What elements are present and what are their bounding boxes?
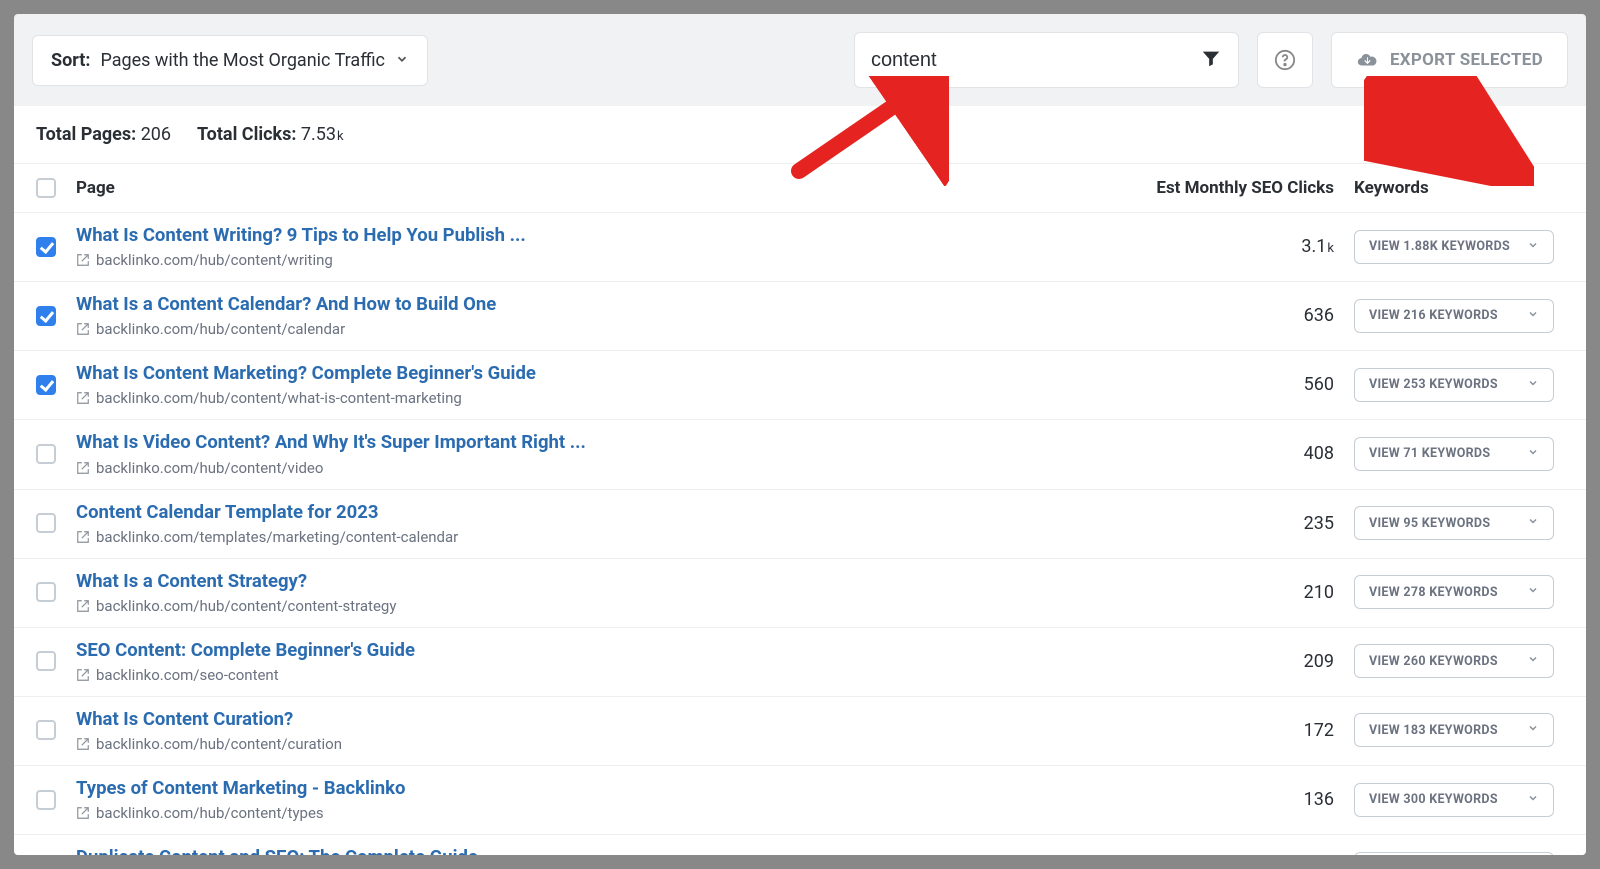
column-header-keywords[interactable]: Keywords: [1354, 178, 1564, 198]
external-link-icon: [76, 599, 90, 613]
row-checkbox[interactable]: [36, 790, 56, 810]
page-title-link[interactable]: Types of Content Marketing - Backlinko: [76, 777, 1114, 800]
row-checkbox[interactable]: [36, 306, 56, 326]
table-row: Content Calendar Template for 2023 backli…: [14, 490, 1586, 559]
page-url[interactable]: backlinko.com/hub/content/video: [76, 459, 1114, 477]
external-link-icon: [76, 530, 90, 544]
column-header-page[interactable]: Page: [76, 178, 1114, 198]
view-keywords-button[interactable]: VIEW 1.88K KEYWORDS: [1354, 230, 1554, 264]
chevron-down-icon: [1527, 653, 1539, 669]
view-keywords-button[interactable]: VIEW 183 KEYWORDS: [1354, 713, 1554, 747]
total-clicks: Total Clicks: 7.53k: [197, 124, 344, 145]
external-link-icon: [76, 322, 90, 336]
clicks-value: 210: [1114, 582, 1334, 603]
external-link-icon: [76, 253, 90, 267]
external-link-icon: [76, 806, 90, 820]
chevron-down-icon: [1527, 515, 1539, 531]
page-title-link[interactable]: Duplicate Content and SEO: The Complete …: [76, 846, 1114, 855]
row-checkbox[interactable]: [36, 513, 56, 533]
chevron-down-icon: [1527, 446, 1539, 462]
sort-dropdown[interactable]: Sort: Pages with the Most Organic Traffi…: [32, 35, 428, 86]
external-link-icon: [76, 737, 90, 751]
clicks-value: 408: [1114, 443, 1334, 464]
page-title-link[interactable]: What Is Content Writing? 9 Tips to Help …: [76, 224, 1114, 247]
table-row: Types of Content Marketing - Backlinko ba…: [14, 766, 1586, 835]
view-keywords-button[interactable]: VIEW 260 KEYWORDS: [1354, 644, 1554, 678]
help-button[interactable]: [1257, 32, 1313, 88]
table-row: What Is a Content Strategy? backlinko.com…: [14, 559, 1586, 628]
totals-bar: Total Pages: 206 Total Clicks: 7.53k: [14, 106, 1586, 163]
page-url[interactable]: backlinko.com/hub/content/curation: [76, 735, 1114, 753]
page-title-link[interactable]: What Is Video Content? And Why It's Supe…: [76, 431, 1114, 454]
filter-icon[interactable]: [1200, 47, 1222, 73]
page-url[interactable]: backlinko.com/hub/content/writing: [76, 251, 1114, 269]
view-keywords-button[interactable]: VIEW 300 KEYWORDS: [1354, 783, 1554, 817]
row-checkbox[interactable]: [36, 720, 56, 740]
view-keywords-button[interactable]: VIEW 278 KEYWORDS: [1354, 575, 1554, 609]
view-keywords-button[interactable]: VIEW 71 KEYWORDS: [1354, 437, 1554, 471]
page-url[interactable]: backlinko.com/hub/content/calendar: [76, 320, 1114, 338]
page-url[interactable]: backlinko.com/hub/content/content-strate…: [76, 597, 1114, 615]
row-checkbox[interactable]: [36, 651, 56, 671]
select-all-checkbox[interactable]: [36, 178, 56, 198]
page-title-link[interactable]: What Is Content Curation?: [76, 708, 1114, 731]
chevron-down-icon: [1527, 792, 1539, 808]
row-checkbox[interactable]: [36, 375, 56, 395]
clicks-value: 235: [1114, 513, 1334, 534]
row-checkbox[interactable]: [36, 444, 56, 464]
page-url[interactable]: backlinko.com/hub/content/types: [76, 804, 1114, 822]
page-title-link[interactable]: SEO Content: Complete Beginner's Guide: [76, 639, 1114, 662]
table-row: What Is Content Curation? backlinko.com/h…: [14, 697, 1586, 766]
top-toolbar: Sort: Pages with the Most Organic Traffi…: [14, 14, 1586, 106]
export-label: EXPORT SELECTED: [1390, 50, 1543, 70]
external-link-icon: [76, 668, 90, 682]
sort-label: Sort:: [51, 50, 90, 71]
page-url[interactable]: backlinko.com/templates/marketing/conten…: [76, 528, 1114, 546]
clicks-value: 560: [1114, 374, 1334, 395]
table-row: What Is Content Marketing? Complete Begi…: [14, 351, 1586, 420]
external-link-icon: [76, 391, 90, 405]
cloud-download-icon: [1356, 49, 1378, 71]
clicks-value: 172: [1114, 720, 1334, 741]
sort-value: Pages with the Most Organic Traffic: [100, 50, 385, 71]
table-row: What Is a Content Calendar? And How to B…: [14, 282, 1586, 351]
clicks-value: 3.1k: [1114, 236, 1334, 257]
table-body: What Is Content Writing? 9 Tips to Help …: [14, 213, 1586, 855]
view-keywords-button[interactable]: VIEW 95 KEYWORDS: [1354, 506, 1554, 540]
page-title-link[interactable]: What Is Content Marketing? Complete Begi…: [76, 362, 1114, 385]
chevron-down-icon: [1527, 308, 1539, 324]
column-header-clicks[interactable]: Est Monthly SEO Clicks: [1114, 178, 1354, 198]
page-title-link[interactable]: Content Calendar Template for 2023: [76, 501, 1114, 524]
row-checkbox[interactable]: [36, 237, 56, 257]
view-keywords-button[interactable]: VIEW 253 KEYWORDS: [1354, 368, 1554, 402]
content-panel: Total Pages: 206 Total Clicks: 7.53k Pag…: [14, 106, 1586, 855]
row-checkbox[interactable]: [36, 582, 56, 602]
search-input[interactable]: [871, 49, 1200, 72]
clicks-value: 636: [1114, 305, 1334, 326]
clicks-value: 136: [1114, 789, 1334, 810]
view-keywords-button[interactable]: VIEW 141 KEYWORDS: [1354, 852, 1554, 855]
table-row: What Is Content Writing? 9 Tips to Help …: [14, 213, 1586, 282]
chevron-down-icon: [1527, 584, 1539, 600]
external-link-icon: [76, 461, 90, 475]
view-keywords-button[interactable]: VIEW 216 KEYWORDS: [1354, 299, 1554, 333]
page-url[interactable]: backlinko.com/hub/content/what-is-conten…: [76, 389, 1114, 407]
chevron-down-icon: [1527, 239, 1539, 255]
clicks-value: 209: [1114, 651, 1334, 672]
search-box[interactable]: [854, 32, 1239, 88]
table-row: What Is Video Content? And Why It's Supe…: [14, 420, 1586, 489]
chevron-down-icon: [395, 50, 409, 71]
page-title-link[interactable]: What Is a Content Calendar? And How to B…: [76, 293, 1114, 316]
page-url[interactable]: backlinko.com/seo-content: [76, 666, 1114, 684]
table-row: SEO Content: Complete Beginner's Guide ba…: [14, 628, 1586, 697]
chevron-down-icon: [1527, 722, 1539, 738]
total-pages: Total Pages: 206: [36, 124, 171, 145]
table-header-row: Page Est Monthly SEO Clicks Keywords: [14, 163, 1586, 213]
app-frame: Sort: Pages with the Most Organic Traffi…: [14, 14, 1586, 855]
chevron-down-icon: [1527, 377, 1539, 393]
table-row: Duplicate Content and SEO: The Complete …: [14, 835, 1586, 855]
export-selected-button[interactable]: EXPORT SELECTED: [1331, 32, 1568, 88]
page-title-link[interactable]: What Is a Content Strategy?: [76, 570, 1114, 593]
